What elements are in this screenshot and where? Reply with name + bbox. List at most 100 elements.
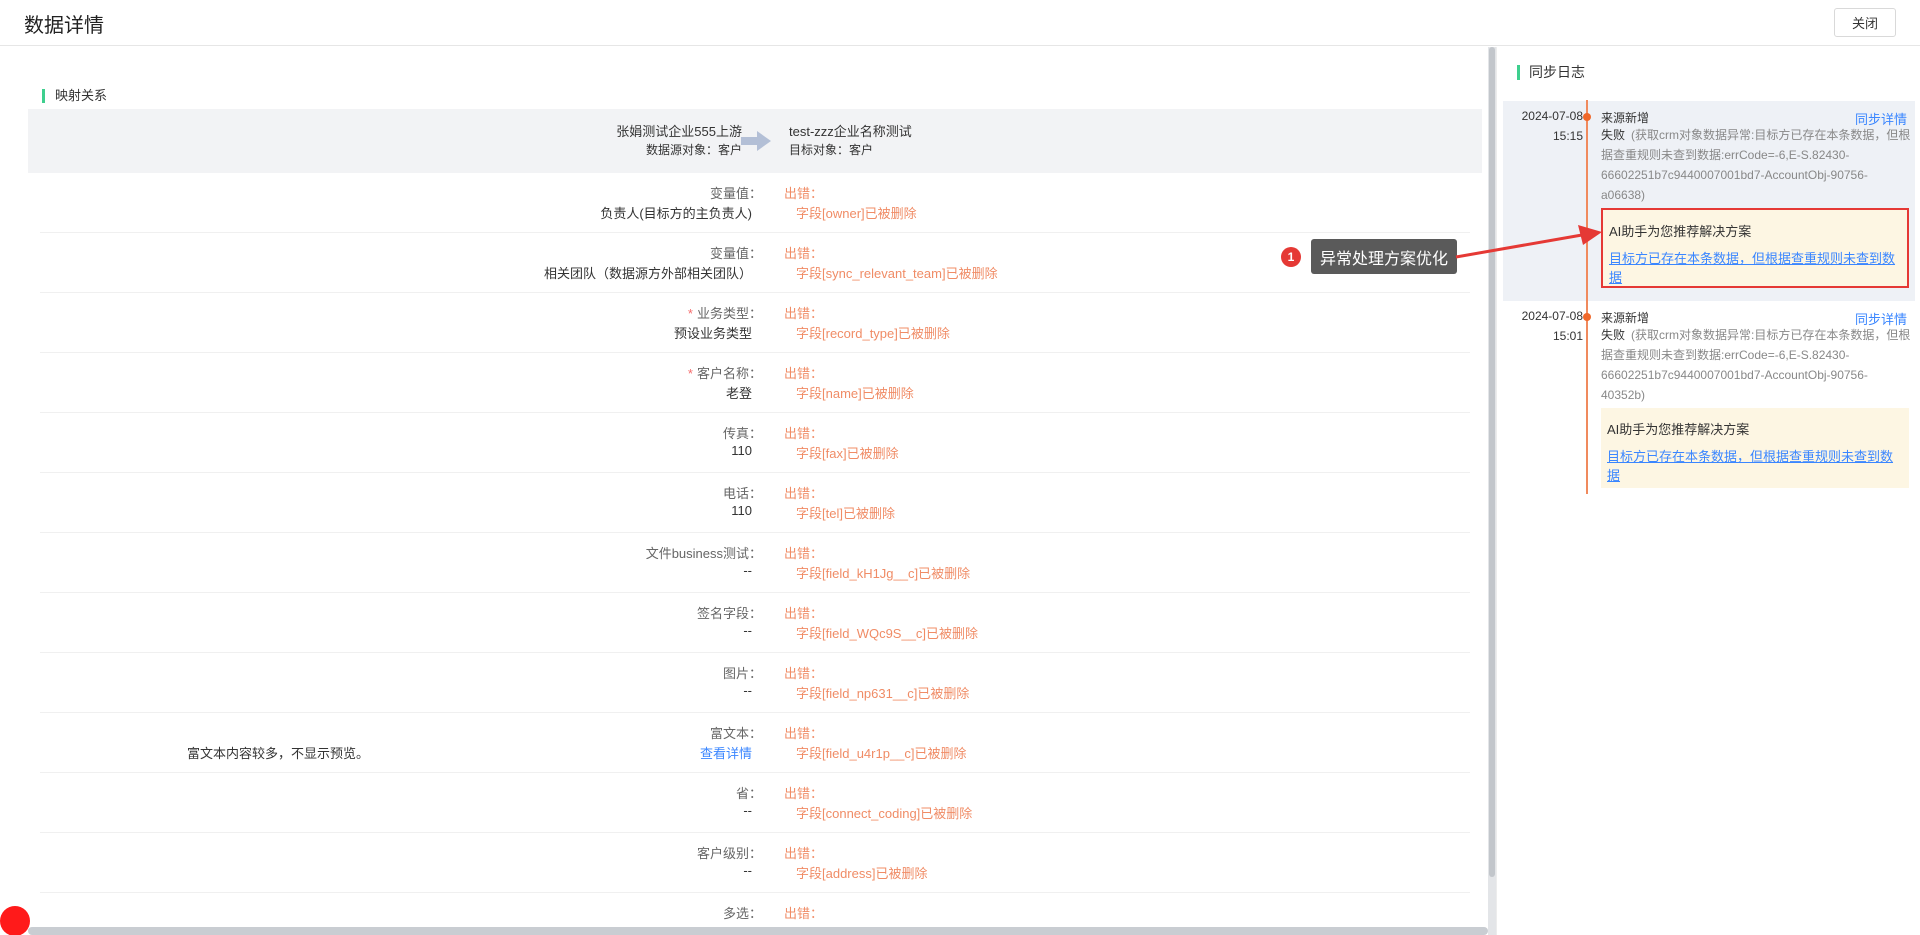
field-value: 负责人(目标方的主负责人): [600, 206, 752, 221]
field-label: 签名字段：: [696, 606, 762, 621]
error-title: 出错：: [784, 786, 824, 801]
log-status: 失败 (获取crm对象数据异常:目标方已存在本条数据，但根据查重规则未查到数据:e…: [1601, 328, 1911, 402]
field-value: --: [743, 683, 752, 698]
error-detail: 字段[field_WQc9S__c]已被删除: [796, 626, 979, 641]
error-detail: 字段[connect_coding]已被删除: [796, 806, 973, 821]
field-value: --: [743, 863, 752, 878]
error-detail: 字段[owner]已被删除: [796, 206, 917, 221]
log-status: 失败 (获取crm对象数据异常:目标方已存在本条数据，但根据查重规则未查到数据:e…: [1601, 128, 1911, 202]
field-label: 变量值：: [709, 186, 762, 201]
error-detail: 字段[field_kH1Jg__c]已被删除: [796, 566, 971, 581]
field-row: 文件business测试： -- 出错： 字段[field_kH1Jg__c]已…: [40, 533, 1470, 593]
required-mark: *: [687, 366, 693, 381]
error-detail: 字段[name]已被删除: [796, 386, 914, 401]
field-list: 变量值： 负责人(目标方的主负责人) 出错： 字段[owner]已被删除 变量值…: [40, 173, 1470, 935]
error-title: 出错：: [784, 246, 824, 261]
page-title: 数据详情: [24, 15, 104, 37]
mapping-panel: 映射关系 张娟测试企业555上游 数据源对象：客户 test-zzz企业名称测试…: [0, 47, 1488, 935]
error-detail: 字段[address]已被删除: [796, 866, 928, 881]
field-value: --: [743, 563, 752, 578]
vertical-scrollbar-thumb[interactable]: [1489, 47, 1495, 877]
log-kind: 来源新增: [1601, 311, 1650, 325]
error-title: 出错：: [784, 606, 824, 621]
log-entry: 2024-07-08 15:01 来源新增 同步详情 失败 (获取crm对象数据异…: [1503, 301, 1915, 501]
error-detail: 字段[field_u4r1p__c]已被删除: [796, 746, 967, 761]
source-name: 张娟测试企业555上游: [616, 124, 742, 139]
field-value: 预设业务类型: [673, 326, 752, 341]
close-button[interactable]: 关闭: [1834, 8, 1896, 37]
ai-suggestion-box: AI助手为您推荐解决方案 目标方已存在本条数据，但根据查重规则未查到数据: [1601, 408, 1909, 488]
field-label: 电话：: [722, 486, 762, 501]
field-label: 省：: [735, 786, 762, 801]
error-title: 出错：: [784, 366, 824, 381]
field-row: 变量值： 相关团队（数据源方外部相关团队） 出错： 字段[sync_releva…: [40, 233, 1470, 293]
rich-text-note: 富文本内容较多，不显示预览。: [187, 746, 370, 761]
field-row: 传真： 110 出错： 字段[fax]已被删除: [40, 413, 1470, 473]
log-time: 15:01: [1552, 329, 1583, 343]
header-bar: 数据详情 关闭: [0, 0, 1920, 46]
field-value: 110: [731, 503, 752, 518]
field-label: 传真：: [722, 426, 762, 441]
log-entry: 2024-07-08 15:15 来源新增 同步详情 失败 (获取crm对象数据异…: [1503, 101, 1915, 301]
view-details-link[interactable]: 查看详情: [700, 743, 752, 762]
error-detail: 字段[tel]已被删除: [796, 506, 895, 521]
annotation-number-badge: 1: [1281, 247, 1301, 267]
error-title: 出错：: [784, 306, 824, 321]
mapping-header: 张娟测试企业555上游 数据源对象：客户 test-zzz企业名称测试 目标对象…: [28, 109, 1482, 173]
field-row: 图片： -- 出错： 字段[field_np631__c]已被删除: [40, 653, 1470, 713]
field-row: * 客户名称： 老登 出错： 字段[name]已被删除: [40, 353, 1470, 413]
annotation-arrow-icon: [1455, 225, 1602, 259]
error-title: 出错：: [784, 486, 824, 501]
timeline-dot: [1583, 113, 1591, 121]
error-title: 出错：: [784, 426, 824, 441]
log-time: 15:15: [1552, 129, 1583, 143]
error-title: 出错：: [784, 846, 824, 861]
field-row: 客户级别： -- 出错： 字段[address]已被删除: [40, 833, 1470, 893]
horizontal-scrollbar[interactable]: [28, 927, 1488, 935]
field-row: * 业务类型： 预设业务类型 出错： 字段[record_type]已被删除: [40, 293, 1470, 353]
sync-log-title: 同步日志: [1517, 65, 1585, 80]
annotation-label: 异常处理方案优化: [1311, 239, 1457, 274]
field-label: 富文本：: [709, 726, 762, 741]
required-mark: *: [687, 306, 693, 321]
error-detail: 字段[fax]已被删除: [796, 446, 899, 461]
field-label: * 业务类型：: [687, 306, 762, 321]
field-value: 老登: [725, 386, 752, 401]
ai-suggestion-box: AI助手为您推荐解决方案 目标方已存在本条数据，但根据查重规则未查到数据: [1601, 208, 1909, 288]
target-object: 目标对象：客户: [789, 143, 874, 157]
error-detail: 字段[field_np631__c]已被删除: [796, 686, 970, 701]
field-value: --: [743, 803, 752, 818]
arrow-right-icon: [741, 131, 771, 151]
field-label: 多选：: [722, 906, 762, 921]
field-row: 电话： 110 出错： 字段[tel]已被删除: [40, 473, 1470, 533]
ai-suggestion-link[interactable]: 目标方已存在本条数据，但根据查重规则未查到数据: [1607, 447, 1903, 485]
field-row: 省： -- 出错： 字段[connect_coding]已被删除: [40, 773, 1470, 833]
field-value: --: [743, 623, 752, 638]
mapping-section-title: 映射关系: [42, 89, 107, 103]
error-title: 出错：: [784, 726, 824, 741]
error-detail: 字段[sync_relevant_team]已被删除: [796, 266, 998, 281]
field-label: * 客户名称：: [687, 366, 762, 381]
ai-suggestion-title: AI助手为您推荐解决方案: [1609, 224, 1752, 239]
error-title: 出错：: [784, 186, 824, 201]
sync-log-panel: 同步日志 2024-07-08 15:15 来源新增 同步详情 失败 (获取crm…: [1496, 47, 1920, 935]
timeline-dot: [1583, 313, 1591, 321]
log-date: 2024-07-08: [1521, 109, 1583, 123]
field-row: 变量值： 负责人(目标方的主负责人) 出错： 字段[owner]已被删除: [40, 173, 1470, 233]
log-date: 2024-07-08: [1521, 309, 1583, 323]
field-value: 110: [731, 443, 752, 458]
error-title: 出错：: [784, 906, 824, 921]
field-row: 富文本： 查看详情 富文本内容较多，不显示预览。 出错： 字段[field_u4…: [40, 713, 1470, 773]
field-label: 图片：: [722, 666, 762, 681]
ai-suggestion-link[interactable]: 目标方已存在本条数据，但根据查重规则未查到数据: [1609, 249, 1905, 287]
field-label: 文件business测试：: [645, 546, 762, 561]
timeline-line: [1586, 100, 1588, 494]
field-label: 变量值：: [709, 246, 762, 261]
ai-suggestion-title: AI助手为您推荐解决方案: [1607, 422, 1750, 437]
log-kind: 来源新增: [1601, 111, 1650, 125]
source-object: 数据源对象：客户: [645, 143, 742, 157]
error-title: 出错：: [784, 546, 824, 561]
record-indicator-dot: [0, 906, 30, 935]
target-name: test-zzz企业名称测试: [789, 124, 912, 139]
error-detail: 字段[record_type]已被删除: [796, 326, 950, 341]
